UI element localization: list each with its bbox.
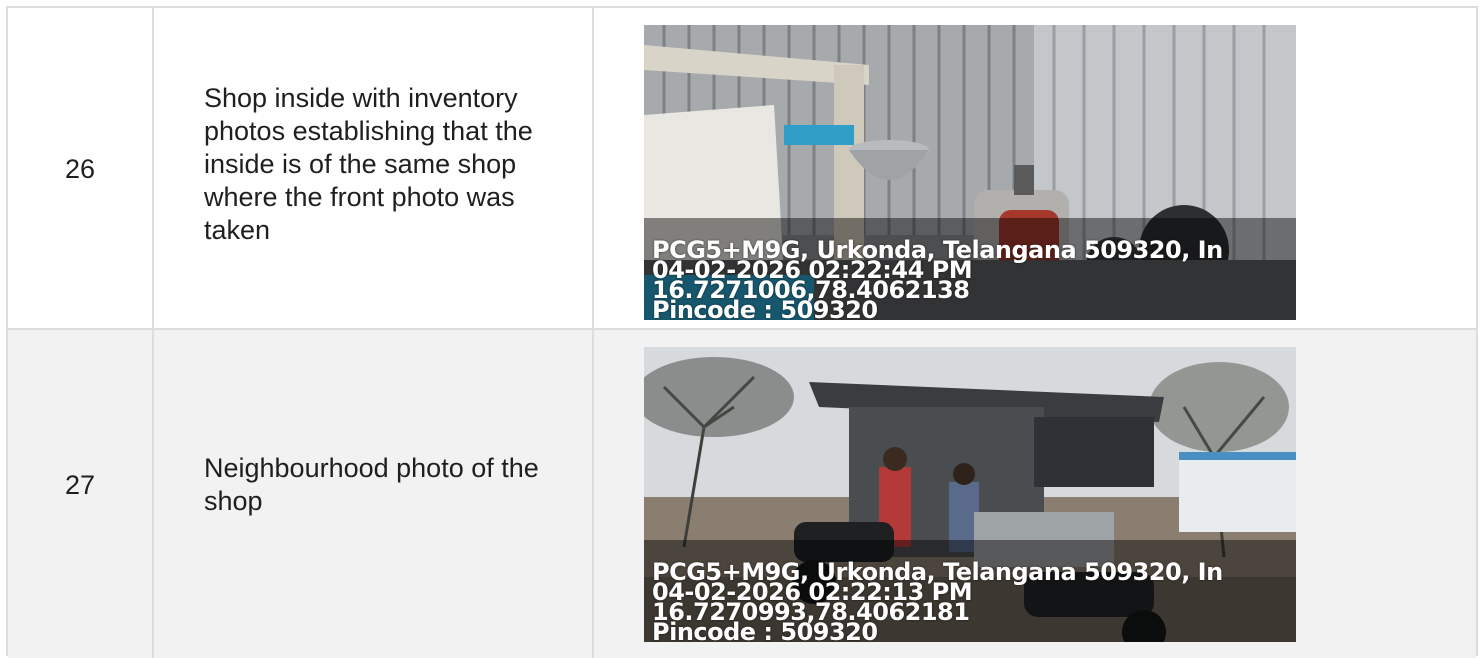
stamp-pincode: Pincode : 509320 [652,618,878,642]
table-row: 26 Shop inside with inventory photos est… [8,6,1476,328]
neighbourhood-photo[interactable]: PCG5+M9G, Urkonda, Telangana 509320, In … [644,347,1296,642]
photo-cell: PCG5+M9G, Urkonda, Telangana 509320, In … [594,330,1476,658]
description-cell: Shop inside with inventory photos establ… [154,8,594,328]
shop-inside-photo[interactable]: PCG5+M9G, Urkonda, Telangana 509320, In … [644,25,1296,320]
description-cell: Neighbourhood photo of the shop [154,330,594,658]
table-row: 27 Neighbourhood photo of the shop PCG5+… [8,328,1476,658]
stamp-pincode: Pincode : 509320 [652,296,878,320]
row-number: 26 [64,154,96,184]
photo-cell: PCG5+M9G, Urkonda, Telangana 509320, In … [594,8,1476,328]
row-number: 27 [64,470,96,500]
geo-stamp: PCG5+M9G, Urkonda, Telangana 509320, In … [652,238,1296,320]
evidence-table: 26 Shop inside with inventory photos est… [6,6,1478,658]
row-number-cell: 26 [8,8,154,328]
row-number-cell: 27 [8,330,154,658]
row-description: Shop inside with inventory photos establ… [204,83,533,245]
row-description: Neighbourhood photo of the shop [204,453,539,516]
geo-stamp: PCG5+M9G, Urkonda, Telangana 509320, In … [652,560,1296,642]
